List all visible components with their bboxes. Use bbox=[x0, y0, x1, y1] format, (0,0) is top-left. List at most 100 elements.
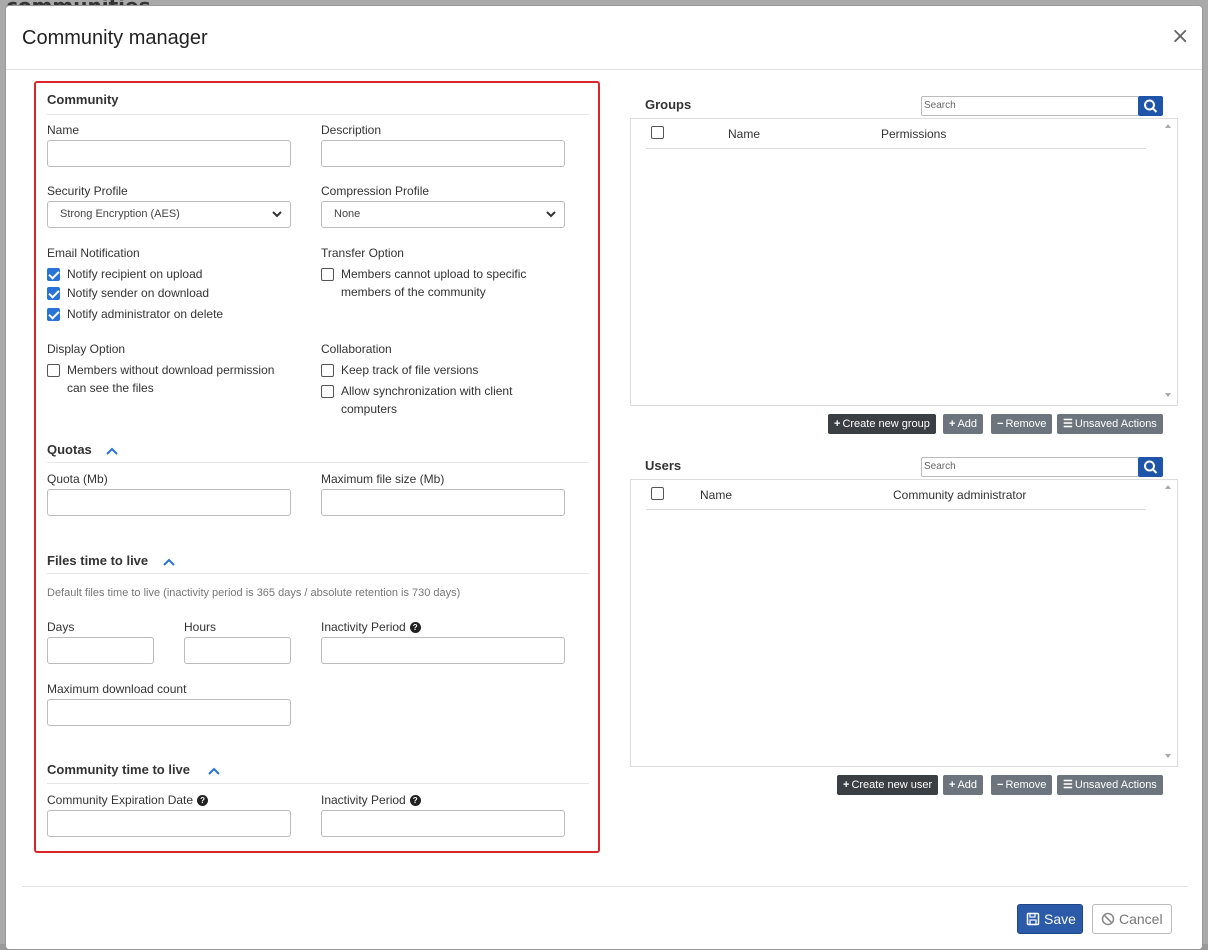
floppy-disk-icon bbox=[1026, 912, 1040, 926]
groups-search-input[interactable]: Search bbox=[921, 96, 1139, 116]
users-search-button[interactable] bbox=[1138, 457, 1163, 477]
groups-select-all-checkbox[interactable] bbox=[651, 126, 664, 139]
chevron-up-icon[interactable] bbox=[162, 557, 176, 567]
notify-admin-label: Notify administrator on delete bbox=[67, 307, 224, 321]
transfer-option-text-line1: Members cannot upload to specific bbox=[341, 267, 527, 281]
community-section-title: Community bbox=[47, 92, 119, 107]
users-col-admin[interactable]: Community administrator bbox=[893, 488, 1026, 502]
expiration-date-input[interactable] bbox=[47, 810, 291, 837]
users-unsaved-actions-button[interactable]: ☰ Unsaved Actions bbox=[1057, 775, 1163, 795]
files-ttl-hint: Default files time to live (inactivity p… bbox=[47, 587, 461, 599]
users-unsaved-label: Unsaved Actions bbox=[1074, 779, 1157, 791]
chevron-down-icon bbox=[272, 211, 282, 218]
scroll-up-icon[interactable] bbox=[1165, 485, 1171, 489]
email-notification-label: Email Notification bbox=[47, 246, 140, 260]
file-versions-checkbox[interactable] bbox=[321, 364, 334, 377]
collaboration-label: Collaboration bbox=[321, 342, 392, 356]
security-profile-select[interactable]: Strong Encryption (AES) bbox=[47, 201, 291, 228]
name-label: Name bbox=[47, 123, 80, 137]
transfer-option-label: Transfer Option bbox=[321, 246, 404, 260]
file-versions-label: Keep track of file versions bbox=[341, 363, 479, 377]
users-title: Users bbox=[645, 458, 682, 473]
groups-col-name[interactable]: Name bbox=[728, 127, 760, 141]
max-file-size-input[interactable] bbox=[321, 489, 565, 516]
create-new-user-button[interactable]: + Create new user bbox=[837, 775, 939, 795]
days-input[interactable] bbox=[47, 637, 154, 664]
groups-remove-label: Remove bbox=[1005, 418, 1047, 430]
quota-label: Quota (Mb) bbox=[47, 472, 108, 486]
groups-search-button[interactable] bbox=[1138, 96, 1163, 116]
groups-remove-button[interactable]: − Remove bbox=[991, 414, 1053, 434]
users-select-all-checkbox[interactable] bbox=[651, 487, 664, 500]
compression-profile-label: Compression Profile bbox=[321, 184, 430, 198]
sync-checkbox[interactable] bbox=[321, 385, 334, 398]
hours-input[interactable] bbox=[184, 637, 291, 664]
modal-title: Community manager bbox=[22, 27, 208, 49]
notify-recipient-checkbox[interactable] bbox=[47, 268, 60, 281]
help-icon[interactable]: ? bbox=[197, 795, 209, 806]
files-ttl-section-title: Files time to live bbox=[47, 553, 149, 568]
community-inactivity-input[interactable] bbox=[321, 810, 565, 837]
groups-add-button[interactable]: + Add bbox=[943, 414, 984, 434]
compression-profile-value: None bbox=[334, 208, 361, 220]
sync-label-line2: computers bbox=[341, 402, 398, 416]
section-divider bbox=[47, 462, 589, 463]
users-search-input[interactable]: Search bbox=[921, 457, 1139, 477]
security-profile-value: Strong Encryption (AES) bbox=[60, 208, 180, 220]
ban-icon bbox=[1101, 912, 1115, 926]
display-option-checkbox[interactable] bbox=[47, 364, 60, 377]
groups-unsaved-actions-button[interactable]: ☰ Unsaved Actions bbox=[1057, 414, 1163, 434]
search-icon bbox=[1144, 460, 1158, 474]
scroll-down-icon[interactable] bbox=[1165, 393, 1171, 397]
sync-label-line1: Allow synchronization with client bbox=[341, 384, 513, 398]
description-label: Description bbox=[321, 123, 382, 137]
chevron-down-icon bbox=[546, 211, 556, 218]
footer-divider bbox=[22, 886, 1188, 887]
users-add-button[interactable]: + Add bbox=[943, 775, 984, 795]
search-icon bbox=[1144, 99, 1158, 113]
groups-title: Groups bbox=[645, 97, 692, 112]
max-file-size-label: Maximum file size (Mb) bbox=[321, 472, 445, 486]
create-new-group-label: Create new group bbox=[842, 418, 930, 430]
files-inactivity-input[interactable] bbox=[321, 637, 565, 664]
compression-profile-select[interactable]: None bbox=[321, 201, 565, 228]
users-add-label: Add bbox=[957, 779, 978, 791]
save-button[interactable]: Save bbox=[1017, 904, 1083, 934]
users-col-name[interactable]: Name bbox=[700, 488, 732, 502]
description-input[interactable] bbox=[321, 140, 565, 167]
days-label: Days bbox=[47, 620, 75, 634]
section-divider bbox=[47, 783, 589, 784]
chevron-up-icon[interactable] bbox=[207, 766, 221, 776]
max-download-input[interactable] bbox=[47, 699, 291, 726]
grid-header-divider bbox=[646, 148, 1146, 149]
cancel-button[interactable]: Cancel bbox=[1092, 904, 1172, 934]
expiration-date-label: Community Expiration Date? bbox=[47, 793, 209, 807]
scroll-up-icon[interactable] bbox=[1165, 124, 1171, 128]
name-input[interactable] bbox=[47, 140, 291, 167]
notify-sender-checkbox[interactable] bbox=[47, 287, 60, 300]
quotas-section-title: Quotas bbox=[47, 442, 92, 457]
expiration-date-label-text: Community Expiration Date bbox=[47, 793, 194, 807]
close-icon[interactable]: × bbox=[1171, 26, 1189, 48]
users-remove-button[interactable]: − Remove bbox=[991, 775, 1053, 795]
help-icon[interactable]: ? bbox=[409, 622, 421, 633]
section-divider bbox=[47, 573, 589, 574]
community-manager-modal: Community manager × Community Name Descr… bbox=[5, 5, 1203, 950]
groups-col-permissions[interactable]: Permissions bbox=[881, 127, 946, 141]
files-inactivity-label: Inactivity Period? bbox=[321, 620, 421, 634]
community-ttl-section-title: Community time to live bbox=[47, 762, 191, 777]
notify-recipient-label: Notify recipient on upload bbox=[67, 267, 203, 281]
help-icon[interactable]: ? bbox=[409, 795, 421, 806]
create-new-group-button[interactable]: + Create new group bbox=[828, 414, 936, 434]
chevron-up-icon[interactable] bbox=[105, 446, 119, 456]
community-inactivity-label: Inactivity Period? bbox=[321, 793, 421, 807]
save-label: Save bbox=[1044, 911, 1076, 927]
groups-unsaved-label: Unsaved Actions bbox=[1074, 418, 1157, 430]
files-inactivity-label-text: Inactivity Period bbox=[321, 620, 406, 634]
transfer-option-checkbox[interactable] bbox=[321, 268, 334, 281]
quota-input[interactable] bbox=[47, 489, 291, 516]
scroll-down-icon[interactable] bbox=[1165, 754, 1171, 758]
groups-grid bbox=[630, 118, 1178, 406]
notify-admin-checkbox[interactable] bbox=[47, 308, 60, 321]
notify-sender-label: Notify sender on download bbox=[67, 286, 210, 300]
